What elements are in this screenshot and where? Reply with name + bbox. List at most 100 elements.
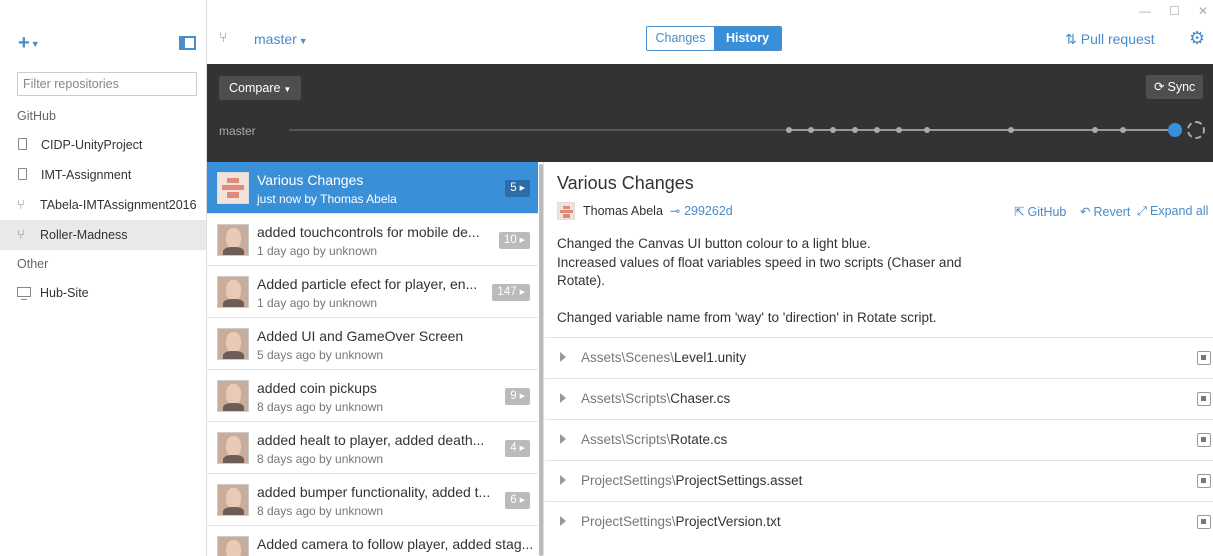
commit-title: added healt to player, added death... bbox=[257, 432, 485, 448]
commit-item[interactable]: Added camera to follow player, added sta… bbox=[207, 526, 538, 556]
view-tabs: Changes History bbox=[646, 26, 782, 51]
chevron-right-icon[interactable] bbox=[560, 352, 566, 362]
commit-message-line: Increased values of float variables spee… bbox=[557, 254, 962, 289]
file-select-checkbox[interactable] bbox=[1197, 392, 1211, 406]
timeline-current-commit-dot[interactable] bbox=[1168, 123, 1182, 137]
sidebar-item-roller-madness[interactable]: ⑂ Roller-Madness bbox=[0, 220, 206, 250]
minimize-icon[interactable]: — bbox=[1139, 4, 1151, 18]
chevron-right-icon: ▶ bbox=[519, 445, 525, 452]
chevron-right-icon[interactable] bbox=[560, 434, 566, 444]
sync-button[interactable]: ⟳ Sync bbox=[1146, 75, 1204, 99]
commit-detail-panel: Various Changes Thomas Abela ⊸ 299262d ⇱ G… bbox=[545, 162, 1213, 556]
commit-meta: 8 days ago by unknown bbox=[257, 504, 384, 518]
timeline-branch-label: master bbox=[219, 124, 256, 138]
sidebar-item-tabela-imtassignment2016[interactable]: ⑂ TAbela-IMTAssignment2016 bbox=[0, 190, 206, 220]
tab-changes[interactable]: Changes bbox=[647, 27, 714, 50]
sidebar-item-cidp-unityproject[interactable]: CIDP-UnityProject bbox=[0, 130, 206, 160]
timeline-commit-dot[interactable] bbox=[808, 127, 814, 133]
open-on-github-button[interactable]: ⇱ GitHub bbox=[1014, 204, 1066, 219]
tab-history[interactable]: History bbox=[714, 27, 781, 50]
pull-request-button[interactable]: ⇅ Pull request bbox=[1065, 31, 1155, 48]
changed-files-list: Assets\Scenes\Level1.unity Assets\Script… bbox=[545, 337, 1213, 542]
chevron-right-icon: ▶ bbox=[519, 497, 525, 504]
commit-title: added coin pickups bbox=[257, 380, 377, 396]
filter-repositories-input[interactable] bbox=[17, 72, 197, 96]
commit-item[interactable]: added bumper functionality, added t... 8… bbox=[207, 474, 538, 526]
timeline-commit-dot[interactable] bbox=[896, 127, 902, 133]
commit-sha-link[interactable]: ⊸ 299262d bbox=[670, 204, 733, 218]
file-path: Assets\Scenes\Level1.unity bbox=[581, 350, 747, 365]
avatar bbox=[217, 484, 249, 516]
sidebar-item-label: Roller-Madness bbox=[40, 228, 128, 242]
file-row[interactable]: ProjectSettings\ProjectSettings.asset bbox=[545, 460, 1213, 501]
gear-icon[interactable]: ⚙ bbox=[1189, 28, 1205, 49]
file-select-checkbox[interactable] bbox=[1197, 515, 1211, 529]
timeline-commit-dot[interactable] bbox=[874, 127, 880, 133]
commit-item[interactable]: added healt to player, added death... 8 … bbox=[207, 422, 538, 474]
expand-all-button[interactable]: ⤢ Expand all bbox=[1137, 204, 1208, 219]
history-scrollbar[interactable] bbox=[539, 164, 543, 556]
history-list: Various Changes just now by Thomas Abela… bbox=[207, 162, 544, 556]
repo-book-icon bbox=[18, 168, 27, 180]
file-count-badge[interactable]: 4 ▶ bbox=[505, 440, 530, 457]
chevron-right-icon[interactable] bbox=[560, 475, 566, 485]
timeline-commit-dot[interactable] bbox=[852, 127, 858, 133]
timeline-commit-dot[interactable] bbox=[924, 127, 930, 133]
sidebar-item-imt-assignment[interactable]: IMT-Assignment bbox=[0, 160, 206, 190]
chevron-right-icon: ▶ bbox=[519, 185, 525, 192]
file-select-checkbox[interactable] bbox=[1197, 351, 1211, 365]
file-count-badge[interactable]: 9 ▶ bbox=[505, 388, 530, 405]
add-repository-button[interactable]: +▼ bbox=[18, 33, 40, 54]
commit-item[interactable]: Added particle efect for player, en... 1… bbox=[207, 266, 538, 318]
avatar bbox=[217, 276, 249, 308]
file-row[interactable]: Assets\Scripts\Rotate.cs bbox=[545, 419, 1213, 460]
file-row[interactable]: Assets\Scripts\Chaser.cs bbox=[545, 378, 1213, 419]
file-count-badge[interactable]: 147 ▶ bbox=[492, 284, 530, 301]
avatar bbox=[557, 202, 575, 220]
chevron-down-icon: ▼ bbox=[298, 36, 308, 46]
timeline-commit-dot[interactable] bbox=[1008, 127, 1014, 133]
commit-title: Various Changes bbox=[257, 172, 364, 188]
commit-detail-title: Various Changes bbox=[557, 173, 694, 193]
top-toolbar: ⑂ master ▼ Changes History ⇅ Pull request … bbox=[207, 0, 1213, 64]
timeline-commit-dot[interactable] bbox=[1120, 127, 1126, 133]
maximize-icon[interactable]: ☐ bbox=[1169, 4, 1180, 18]
timeline-commit-dot[interactable] bbox=[1092, 127, 1098, 133]
revert-button[interactable]: ↶ Revert bbox=[1080, 204, 1130, 219]
branch-selector[interactable]: master ▼ bbox=[254, 31, 308, 47]
commit-item[interactable]: added coin pickups 8 days ago by unknown… bbox=[207, 370, 538, 422]
compare-button[interactable]: Compare ▼ bbox=[219, 76, 302, 100]
commit-item[interactable]: Added UI and GameOver Screen 5 days ago … bbox=[207, 318, 538, 370]
file-select-checkbox[interactable] bbox=[1197, 433, 1211, 447]
collapse-sidebar-icon[interactable] bbox=[179, 36, 196, 50]
timeline-uncommitted-dot[interactable] bbox=[1187, 121, 1205, 139]
sidebar-item-hub-site[interactable]: Hub-Site bbox=[0, 278, 206, 308]
group-label-github: GitHub bbox=[17, 109, 56, 123]
sidebar-item-label: CIDP-UnityProject bbox=[41, 138, 143, 152]
file-row[interactable]: Assets\Scenes\Level1.unity bbox=[545, 337, 1213, 378]
repo-fork-icon: ⑂ bbox=[17, 197, 25, 212]
commit-message: Changed the Canvas UI button colour to a… bbox=[557, 235, 987, 328]
chevron-right-icon: ▶ bbox=[519, 237, 525, 244]
commit-title: Added camera to follow player, added sta… bbox=[257, 536, 534, 552]
sync-icon: ⟳ bbox=[1154, 80, 1165, 94]
computer-icon bbox=[17, 287, 31, 300]
file-count-badge[interactable]: 6 ▶ bbox=[505, 492, 530, 509]
close-icon[interactable]: ✕ bbox=[1198, 4, 1208, 18]
commit-item[interactable]: Various Changes just now by Thomas Abela… bbox=[207, 162, 538, 214]
avatar bbox=[217, 536, 249, 556]
pull-request-icon: ⇅ bbox=[1065, 31, 1077, 47]
commit-message-line: Changed the Canvas UI button colour to a… bbox=[557, 236, 871, 251]
timeline-commit-dot[interactable] bbox=[786, 127, 792, 133]
file-row[interactable]: ProjectSettings\ProjectVersion.txt bbox=[545, 501, 1213, 542]
avatar bbox=[217, 224, 249, 256]
timeline-commit-dot[interactable] bbox=[830, 127, 836, 133]
chevron-right-icon[interactable] bbox=[560, 393, 566, 403]
commit-item[interactable]: added touchcontrols for mobile de... 1 d… bbox=[207, 214, 538, 266]
file-count-badge[interactable]: 5 ▶ bbox=[505, 180, 530, 197]
chevron-right-icon[interactable] bbox=[560, 516, 566, 526]
file-count-badge[interactable]: 10 ▶ bbox=[498, 232, 530, 249]
commit-meta: 8 days ago by unknown bbox=[257, 400, 384, 414]
file-select-checkbox[interactable] bbox=[1197, 474, 1211, 488]
sidebar-item-label: TAbela-IMTAssignment2016 bbox=[40, 198, 197, 212]
